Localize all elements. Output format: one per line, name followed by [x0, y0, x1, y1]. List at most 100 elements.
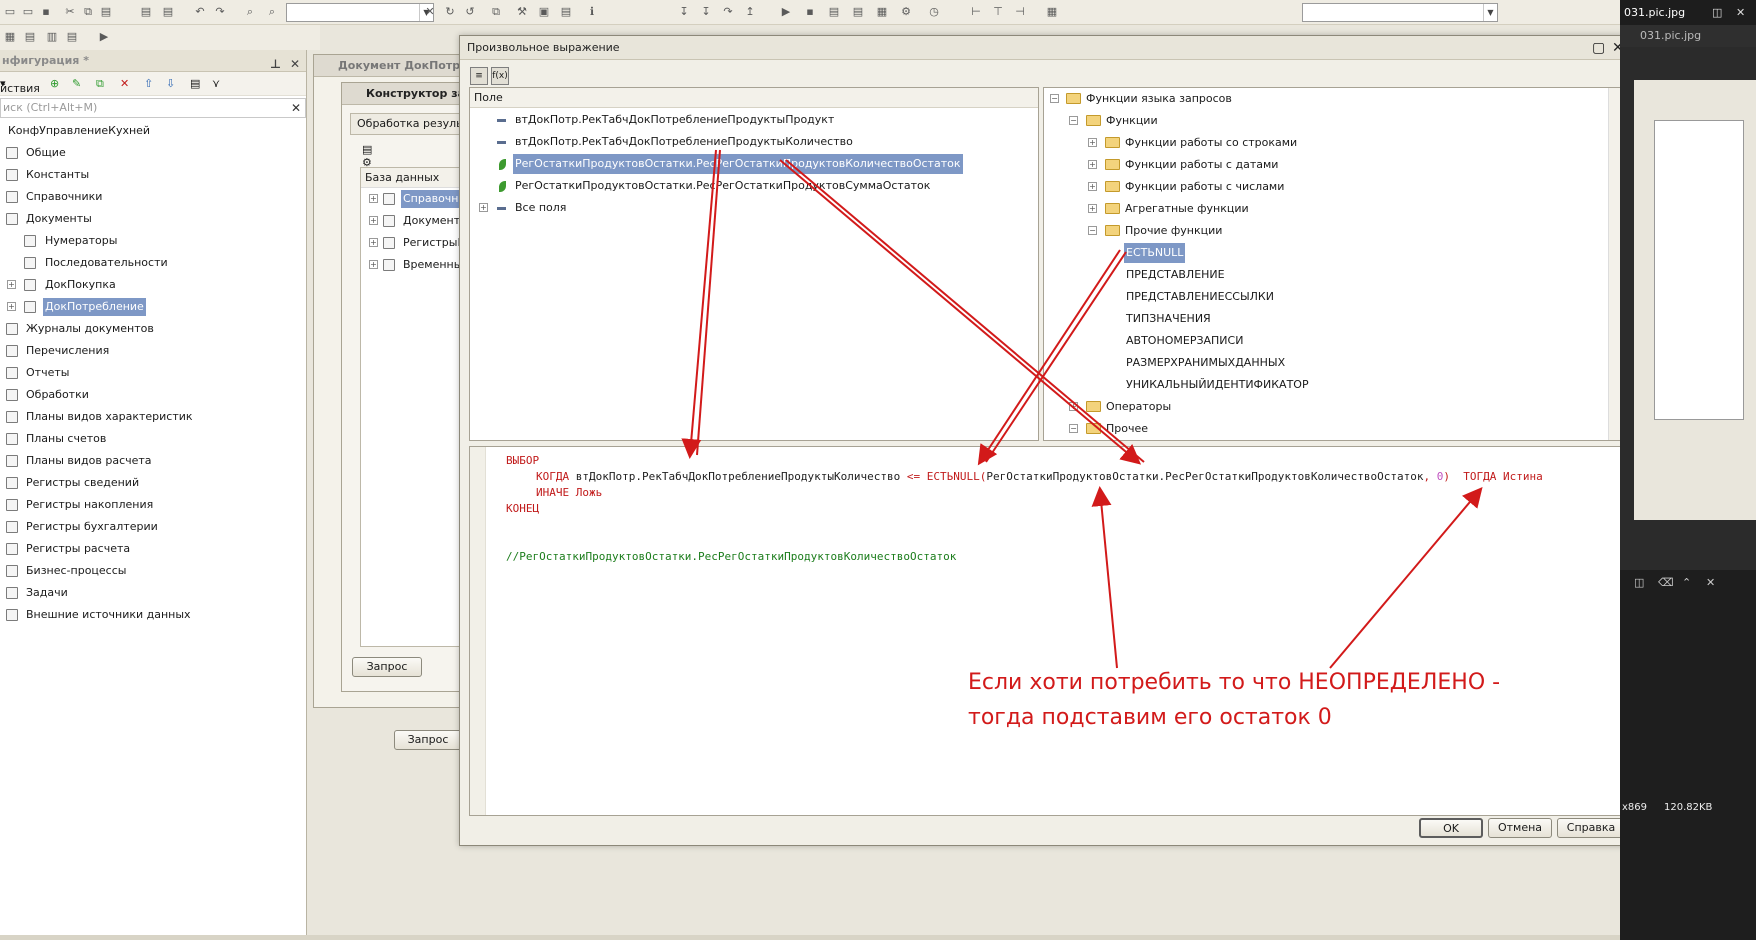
func-item[interactable]: АВТОНОМЕРЗАПИСИ	[1044, 330, 1604, 352]
tree-item[interactable]: Планы видов расчета	[0, 450, 306, 472]
data-icon[interactable]: ▦	[874, 4, 890, 20]
tree-item[interactable]: Отчеты	[0, 362, 306, 384]
db-icon[interactable]: ▥	[44, 29, 60, 45]
func-group[interactable]: + Функции работы с датами	[1044, 154, 1604, 176]
tree-item[interactable]: Справочники	[0, 186, 306, 208]
func-folder[interactable]: + Операторы	[1044, 396, 1604, 418]
right-combo[interactable]: ▼	[1302, 3, 1498, 22]
delete-icon[interactable]: ✕	[120, 77, 129, 90]
tree-item[interactable]: Регистры сведений	[0, 472, 306, 494]
ok-button[interactable]: OK	[1419, 818, 1483, 838]
expression-editor[interactable]: ВЫБОР КОГДА втДокПотр.РекТабчДокПотребле…	[469, 446, 1625, 816]
step-into-icon[interactable]: ↧	[698, 4, 714, 20]
close-icon[interactable]: ✕	[422, 4, 438, 20]
move-up-icon[interactable]: ⇧	[144, 77, 153, 90]
func-folder[interactable]: − Прочее	[1044, 418, 1604, 440]
sort-icon[interactable]: ▤	[190, 77, 200, 90]
tree-icon[interactable]: ▤	[22, 29, 38, 45]
close-icon[interactable]: ✕	[1736, 0, 1745, 25]
constructor-icon[interactable]: ⚒	[514, 4, 530, 20]
func-root[interactable]: − Функции языка запросов	[1044, 88, 1604, 110]
layout-icon[interactable]: ◫	[1712, 0, 1722, 25]
step-out-icon[interactable]: ↥	[742, 4, 758, 20]
clear-search-icon[interactable]: ✕	[291, 99, 301, 117]
add-icon[interactable]: ⊕	[50, 77, 59, 90]
module-icon[interactable]: ▤	[558, 4, 574, 20]
func-group[interactable]: − Прочие функции	[1044, 220, 1604, 242]
redo-icon[interactable]: ↷	[212, 4, 228, 20]
config-search-input[interactable]: иск (Ctrl+Alt+M) ✕	[0, 98, 306, 118]
step-icon[interactable]: ↧	[676, 4, 692, 20]
field-row[interactable]: втДокПотр.РекТабчДокПотреблениеПродуктыП…	[470, 110, 1030, 130]
chevron-down-icon[interactable]: ▼	[1483, 4, 1497, 21]
query-button[interactable]: Запрос	[352, 657, 422, 677]
windows-icon[interactable]: ⧉	[488, 4, 504, 20]
layout-icon[interactable]: ◫	[1634, 576, 1644, 589]
search-combo[interactable]: ▼	[286, 3, 434, 22]
align-center-icon[interactable]: ⊤	[990, 4, 1006, 20]
tree-item[interactable]: Регистры расчета	[0, 538, 306, 560]
tree-item[interactable]: Бизнес-процессы	[0, 560, 306, 582]
tree-item-root[interactable]: КонфУправлениеКухней	[0, 120, 306, 142]
func-item[interactable]: ПРЕДСТАВЛЕНИЕССЫЛКИ	[1044, 286, 1604, 308]
expand-icon[interactable]: +	[1088, 138, 1097, 147]
tree-item[interactable]: + ДокПокупка	[0, 274, 306, 296]
close-icon[interactable]: ✕	[1706, 576, 1715, 589]
expand-icon[interactable]: +	[1088, 160, 1097, 169]
tree-item[interactable]: Перечисления	[0, 340, 306, 362]
db-item[interactable]: + Справочн	[361, 188, 463, 210]
find-prev-icon[interactable]: ↺	[462, 4, 478, 20]
tree-item[interactable]: Документы	[0, 208, 306, 230]
chevron-up-icon[interactable]: ⌃	[1682, 576, 1691, 589]
tree-item[interactable]: Регистры бухгалтерии	[0, 516, 306, 538]
settings-icon[interactable]: ⚙	[898, 4, 914, 20]
func-group[interactable]: + Функции работы со строками	[1044, 132, 1604, 154]
tree-item[interactable]: Нумераторы	[0, 230, 306, 252]
tree-item[interactable]: Общие	[0, 142, 306, 164]
func-item[interactable]: УНИКАЛЬНЫЙИДЕНТИФИКАТОР	[1044, 374, 1604, 396]
copy-icon[interactable]: ⧉	[80, 4, 96, 20]
tools-icon[interactable]: ▤ ⚙	[362, 143, 382, 169]
field-row[interactable]: втДокПотр.РекТабчДокПотреблениеПродуктыК…	[470, 132, 1030, 152]
tree-item[interactable]: Журналы документов	[0, 318, 306, 340]
search-icon[interactable]: ⌕	[264, 4, 280, 20]
template-icon[interactable]: ▤	[850, 4, 866, 20]
form-icon[interactable]: ▤	[826, 4, 842, 20]
new-icon[interactable]: ▭	[2, 4, 18, 20]
func-item-selected[interactable]: ЕСТЬNULL	[1044, 242, 1604, 264]
find-next-icon[interactable]: ↻	[442, 4, 458, 20]
tree-item[interactable]: Константы	[0, 164, 306, 186]
step-over-icon[interactable]: ↷	[720, 4, 736, 20]
tree-item[interactable]: Задачи	[0, 582, 306, 604]
db-item[interactable]: + Временны	[361, 254, 463, 276]
align-right-icon[interactable]: ⊣	[1012, 4, 1028, 20]
query-button-2[interactable]: Запрос	[394, 730, 462, 750]
viewer-tab[interactable]: 031.pic.jpg	[1620, 25, 1756, 47]
db-item[interactable]: + Документ	[361, 210, 463, 232]
layout-icon[interactable]: ▦	[1044, 4, 1060, 20]
open-icon[interactable]: ▭	[20, 4, 36, 20]
run-icon[interactable]: ▶	[778, 4, 794, 20]
collapse-icon[interactable]: −	[1088, 226, 1097, 235]
edit-icon[interactable]: ✎	[72, 77, 81, 90]
expand-icon[interactable]: +	[1088, 182, 1097, 191]
func-item[interactable]: ПРЕДСТАВЛЕНИЕ	[1044, 264, 1604, 286]
function-icon[interactable]: f(x)	[491, 67, 509, 85]
expand-icon[interactable]: +	[7, 302, 16, 311]
info-icon[interactable]: ℹ	[584, 4, 600, 20]
list-view-icon[interactable]: ≡	[470, 67, 488, 85]
list-icon[interactable]: ▤	[64, 29, 80, 45]
func-folder[interactable]: − Функции	[1044, 110, 1604, 132]
func-group[interactable]: + Агрегатные функции	[1044, 198, 1604, 220]
filter-icon[interactable]: ⋎	[212, 77, 220, 90]
tree-item[interactable]: Последовательности	[0, 252, 306, 274]
align-left-icon[interactable]: ⊢	[968, 4, 984, 20]
cancel-button[interactable]: Отмена	[1488, 818, 1552, 838]
collapse-icon[interactable]: −	[1069, 116, 1078, 125]
paste-icon[interactable]: ▤	[98, 4, 114, 20]
query-icon[interactable]: ▣	[536, 4, 552, 20]
actions-menu[interactable]: йствия ▾	[0, 77, 40, 95]
tree-item-selected[interactable]: + ДокПотребление	[0, 296, 306, 318]
copy-icon[interactable]: ⧉	[96, 77, 104, 91]
processing-tab[interactable]: Обработка резуль	[350, 113, 464, 135]
